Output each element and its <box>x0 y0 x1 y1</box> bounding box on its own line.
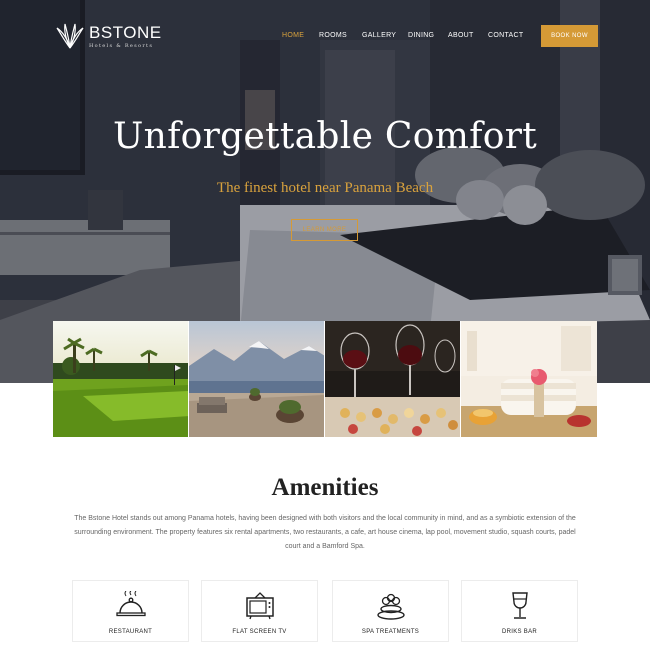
amenity-label: FLAT SCREEN TV <box>232 629 287 635</box>
amenity-card-spa-treatments[interactable]: SPA TREATMENTS <box>332 580 449 642</box>
amenity-label: SPA TREATMENTS <box>361 629 420 635</box>
brand-logo[interactable]: BSTONE Hotels & Resorts <box>55 22 162 50</box>
amenity-card-restaurant[interactable]: RESTAURANT <box>72 580 189 642</box>
book-now-button[interactable]: BOOK NOW <box>541 25 598 47</box>
brand-name: BSTONE <box>89 22 162 42</box>
gallery-image-spa-towels[interactable] <box>461 321 597 437</box>
gallery-image-wine-dinner[interactable] <box>325 321 461 437</box>
spa-stones-icon <box>376 593 405 620</box>
nav-item-about[interactable]: ABOUT <box>448 32 474 39</box>
amenity-label: RESTAURANT <box>108 629 153 635</box>
amenity-label: DRIKS BAR <box>501 629 538 635</box>
gallery-image-golf-course[interactable] <box>53 321 189 437</box>
brand-tagline: Hotels & Resorts <box>89 42 154 49</box>
wine-glass-icon <box>511 592 528 619</box>
cloche-icon <box>115 591 146 617</box>
amenity-card-flat-screen-tv[interactable]: FLAT SCREEN TV <box>201 580 318 642</box>
lotus-logo-icon <box>56 23 84 49</box>
nav-item-home[interactable]: HOME <box>282 32 304 39</box>
hero-subtitle: The finest hotel near Panama Beach <box>216 180 434 196</box>
nav-item-contact[interactable]: CONTACT <box>488 32 523 39</box>
nav-item-gallery[interactable]: GALLERY <box>362 32 396 39</box>
gallery-strip <box>53 321 598 437</box>
amenities-cards: RESTAURANT FLAT SCREEN TV SPA TREATMENTS <box>72 580 578 642</box>
amenity-card-drinks-bar[interactable]: DRIKS BAR <box>461 580 578 642</box>
learn-more-button[interactable]: LEARN MORE <box>291 219 358 241</box>
gallery-image-mountain-terrace[interactable] <box>189 321 325 437</box>
amenities-title: Amenities <box>271 474 379 501</box>
nav-item-dining[interactable]: DINING <box>408 32 434 39</box>
nav-item-rooms[interactable]: ROOMS <box>319 32 347 39</box>
tv-icon <box>245 592 274 620</box>
amenities-description: The Bstone Hotel stands out among Panama… <box>74 515 576 550</box>
hero-title: Unforgettable Comfort <box>112 116 538 157</box>
